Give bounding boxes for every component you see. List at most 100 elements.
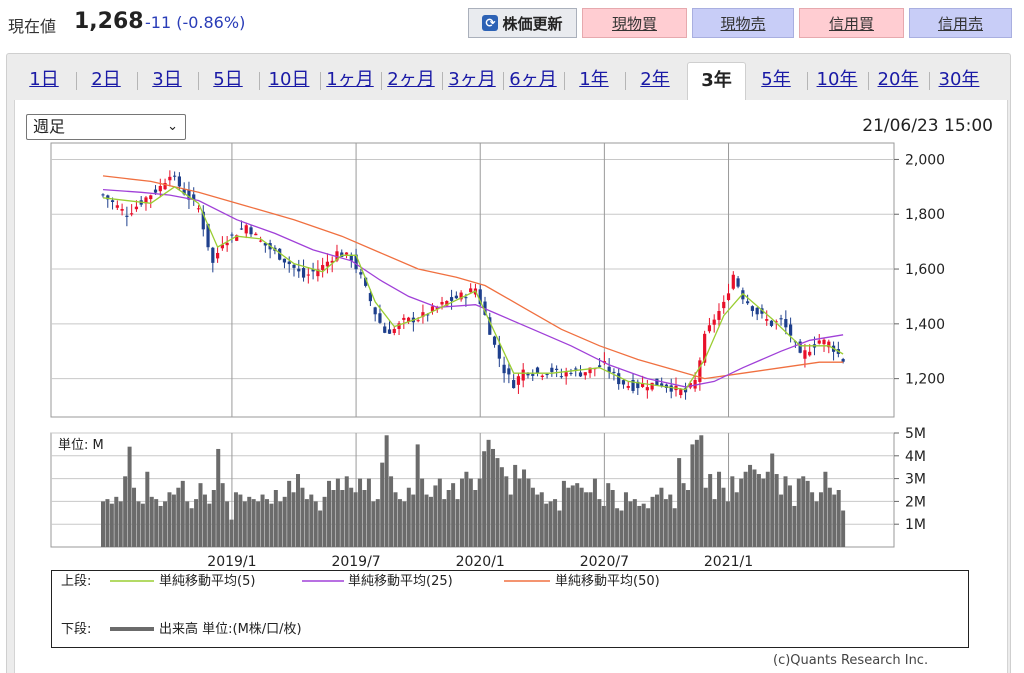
candle-body [841,359,845,362]
volume-bar [668,494,673,547]
candle-body [540,375,544,377]
volume-bar [619,510,624,547]
volume-bar [699,435,704,547]
candle-body [707,325,712,332]
volume-bar [397,499,402,547]
volume-bar [615,508,620,547]
volume-bar [499,467,504,547]
candle-body [196,208,201,210]
candle-body [168,176,172,181]
candle-body [722,301,726,309]
volume-bar [805,480,810,547]
volume-bar [313,501,318,547]
volume-unit-label: 単位: M [58,437,104,453]
volume-bar [584,492,589,547]
candle-body [216,252,220,259]
volume-bar [526,478,531,547]
volume-bar [211,490,216,547]
volume-bar [597,499,602,547]
volume-bar [491,448,496,547]
volume-bar [508,494,513,547]
volume-bar [761,478,766,547]
candle-body [230,234,234,236]
volume-bar [446,490,451,547]
volume-tick-label: 3M [905,472,926,488]
candle-body [789,324,793,336]
volume-bar [327,480,332,547]
volume-bar [650,496,655,547]
volume-bar [743,471,748,547]
candle-body [211,247,215,263]
volume-bar [641,503,646,547]
volume-bar [739,478,744,547]
volume-bar [309,494,314,547]
volume-bar [623,492,628,547]
candle-body [507,368,511,375]
volume-bar [123,476,128,547]
volume-bar [628,501,633,547]
candle-body [373,307,377,315]
candle-body [292,264,296,268]
candle-body [569,372,573,374]
volume-bar [185,501,190,547]
candle-body [817,340,821,344]
volume-bar [335,478,340,547]
volume-bar [264,499,269,547]
candle-body [750,306,754,311]
volume-bar [690,444,695,547]
candle-body [808,351,812,356]
volume-bar [247,496,252,547]
volume-bar [176,487,181,547]
volume-bar [770,453,775,547]
candle-body [454,295,458,299]
candle-body [550,367,554,372]
candle-body [521,369,525,381]
volume-bar [517,478,522,547]
candle-body [621,380,626,385]
volume-bar [402,501,407,547]
volume-bar [260,494,265,547]
candle-body [469,288,473,293]
volume-bar [734,492,739,547]
volume-bar [216,448,221,547]
volume-bar [132,487,137,547]
volume-bar [194,499,199,547]
volume-bar [535,494,540,547]
candle-body [746,301,750,304]
candle-body [402,317,406,320]
volume-bar [712,499,717,547]
candle-body [617,373,621,385]
volume-bar [539,492,544,547]
volume-bar [202,494,207,547]
candle-body [378,313,382,323]
volume-bar [779,494,784,547]
price-tick-label: 1,800 [905,207,945,223]
candle-body [731,274,735,289]
volume-bar [158,505,163,547]
volume-bar [637,505,642,547]
candle-body [239,228,244,230]
candle-body [306,274,310,276]
price-tick-label: 1,200 [905,372,945,388]
volume-bar [756,474,761,547]
volume-bar [841,510,846,547]
candle-body [712,319,716,325]
volume-bar [818,492,823,547]
candle-body [101,194,105,196]
volume-bar [118,501,123,547]
volume-bar [455,499,460,547]
volume-bar [561,480,566,547]
candle-body [531,374,535,376]
volume-bar [787,485,792,547]
volume-bar [349,487,354,547]
volume-bar [291,492,296,547]
volume-bar [242,501,247,547]
candle-body [512,380,516,389]
candle-body [578,372,583,377]
candle-body [736,278,740,287]
volume-bar [530,487,535,547]
volume-bar [606,483,611,547]
volume-bar [428,496,433,547]
volume-bar [783,476,788,547]
legend-ma5-label: 単純移動平均(5) [159,573,255,589]
